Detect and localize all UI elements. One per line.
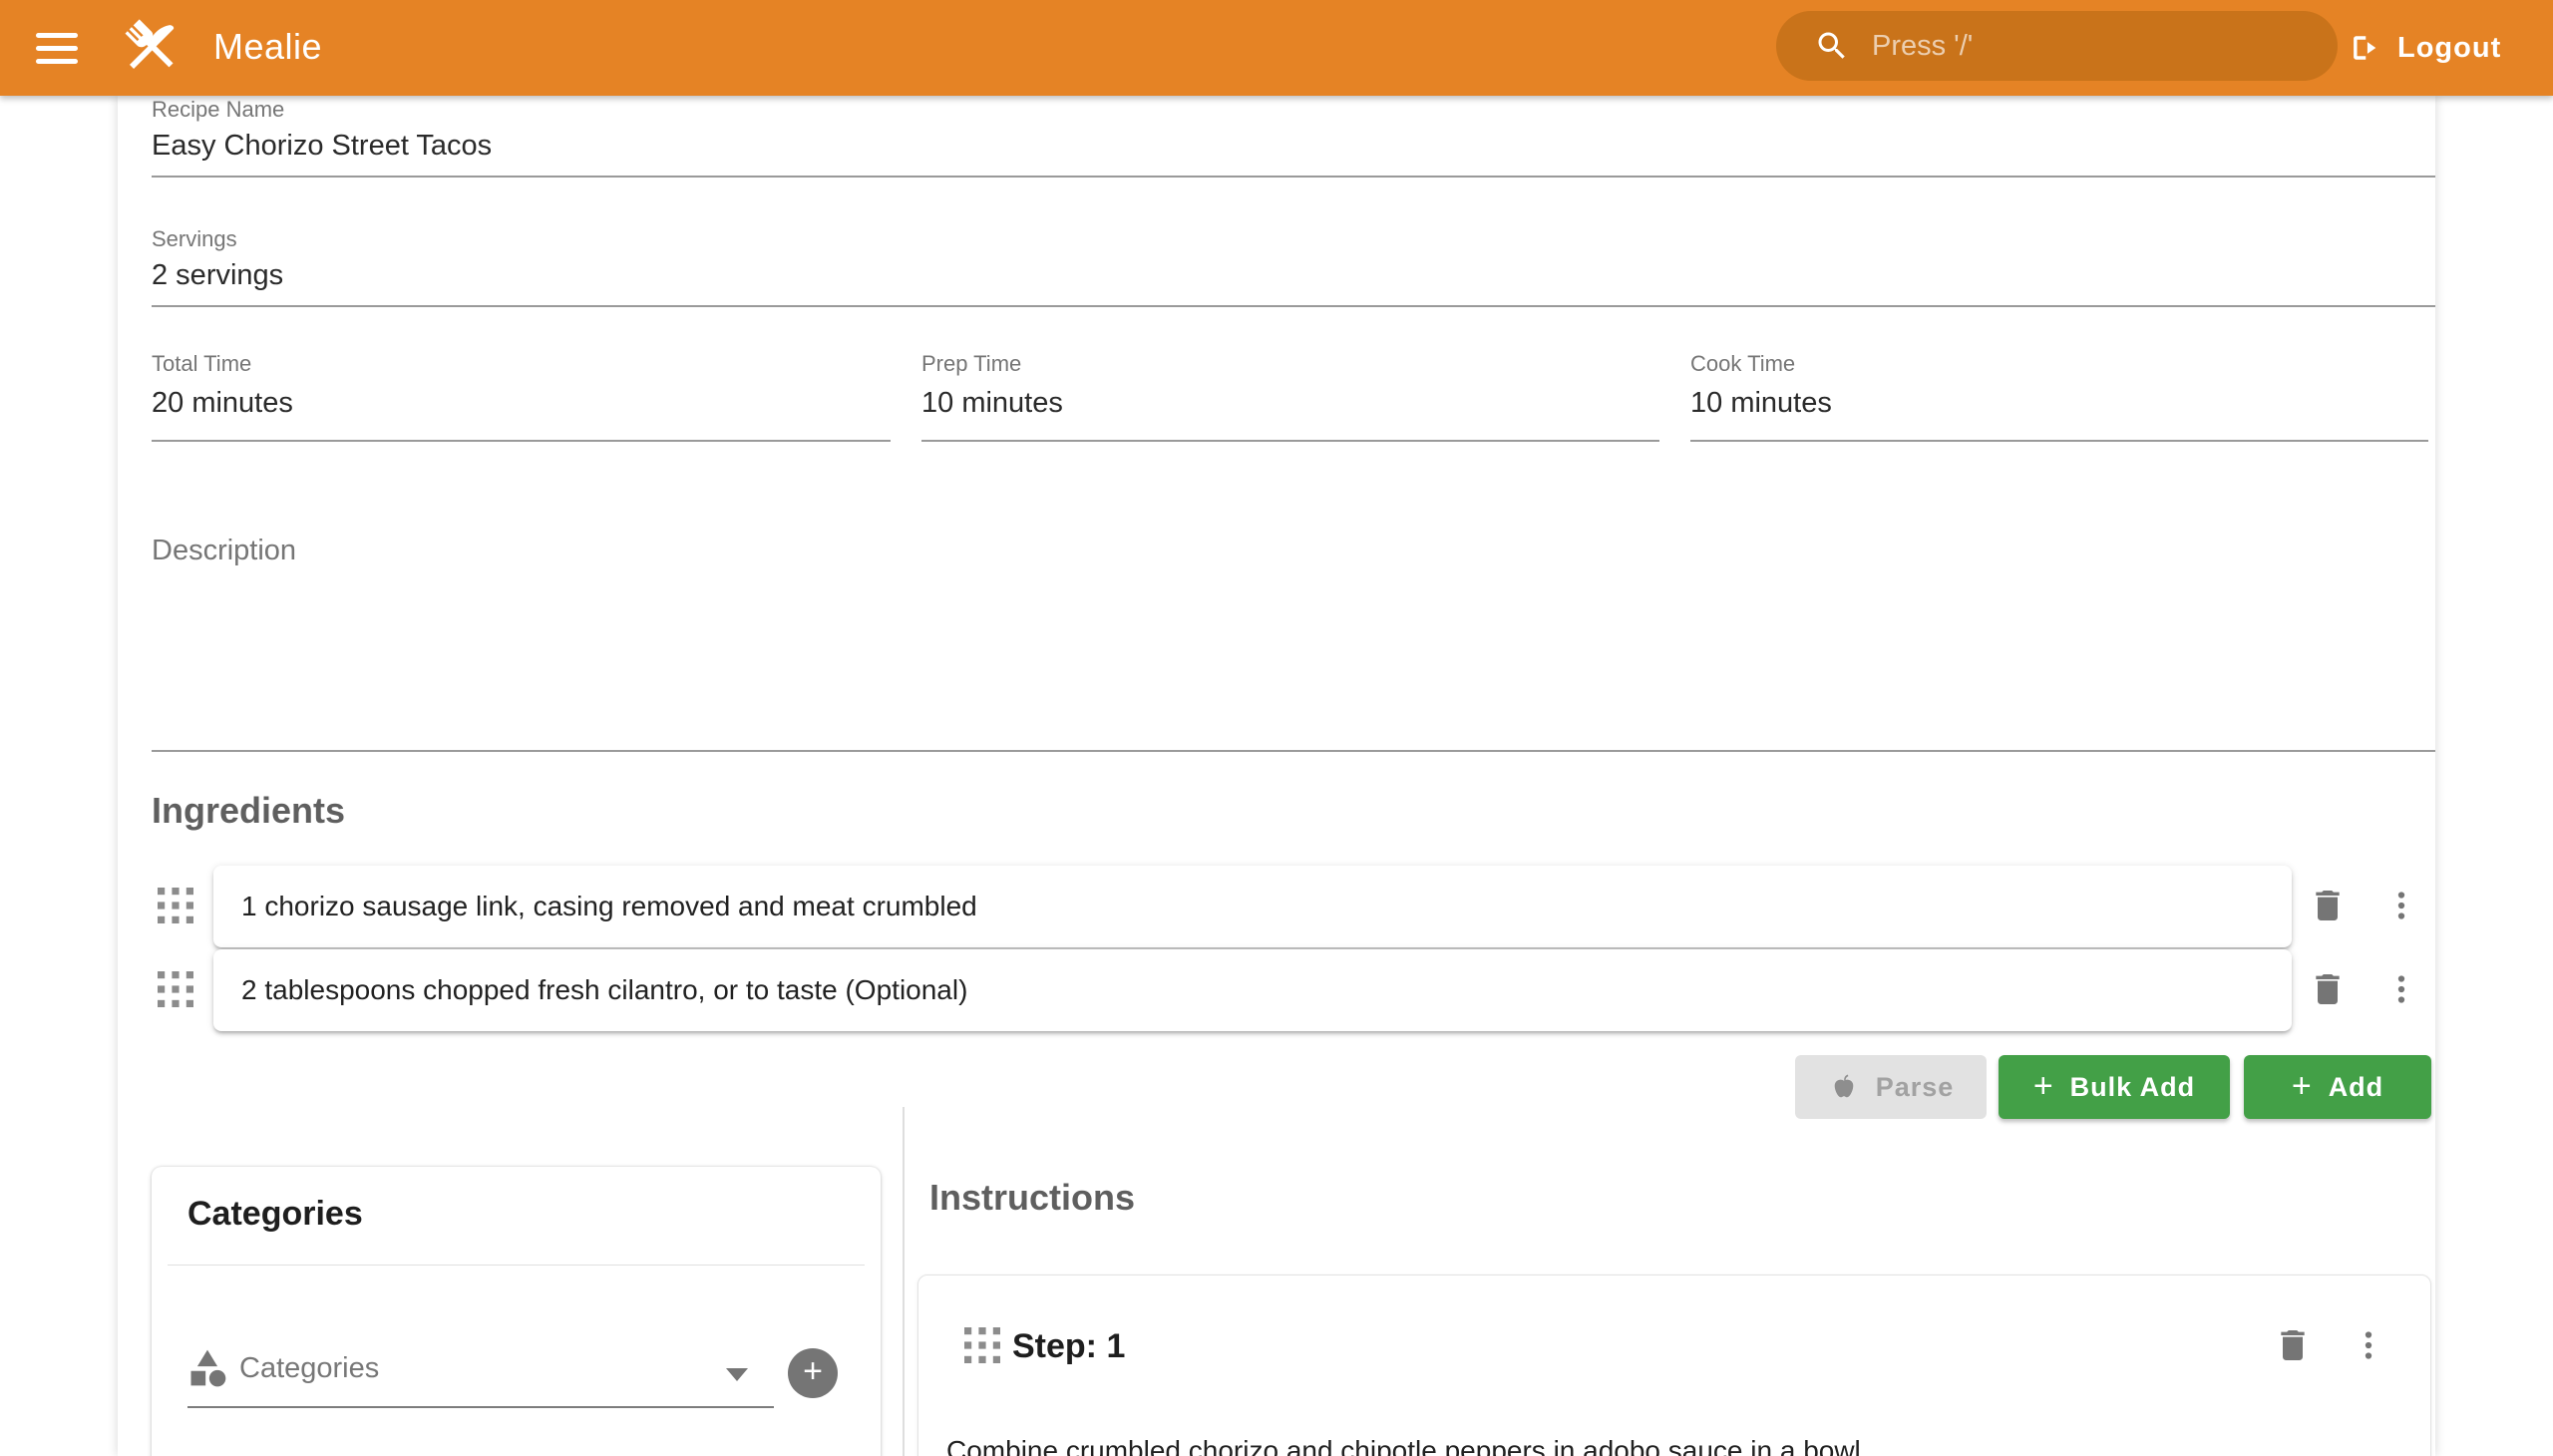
more-options-icon[interactable] xyxy=(2383,888,2419,923)
recipe-name-label: Recipe Name xyxy=(152,97,284,123)
servings-underline xyxy=(152,305,2435,307)
add-label: Add xyxy=(2329,1072,2383,1103)
delete-ingredient-icon[interactable] xyxy=(2308,886,2348,925)
chevron-down-icon[interactable] xyxy=(726,1368,748,1381)
parse-button[interactable]: Parse xyxy=(1795,1055,1987,1119)
description-label: Description xyxy=(152,535,296,567)
logout-icon xyxy=(2346,30,2381,66)
prep-time-label: Prep Time xyxy=(921,351,1021,377)
total-time-label: Total Time xyxy=(152,351,251,377)
mealie-logo-icon xyxy=(118,14,183,80)
prep-time-underline xyxy=(921,440,1659,442)
instructions-heading: Instructions xyxy=(929,1177,1135,1219)
recipe-name-field[interactable]: Easy Chorizo Street Tacos xyxy=(152,130,492,163)
ingredient-text: 1 chorizo sausage link, casing removed a… xyxy=(241,891,977,922)
search-input[interactable]: Press '/' xyxy=(1776,11,2338,81)
categories-select-underline xyxy=(187,1406,774,1408)
recipe-name-underline xyxy=(152,176,2435,178)
add-category-button[interactable]: + xyxy=(788,1348,838,1398)
more-options-icon[interactable] xyxy=(2383,971,2419,1007)
add-ingredient-button[interactable]: + Add xyxy=(2244,1055,2431,1119)
more-options-icon[interactable] xyxy=(2351,1327,2386,1363)
cook-time-underline xyxy=(1690,440,2428,442)
total-time-field[interactable]: 20 minutes xyxy=(152,387,293,420)
apple-icon xyxy=(1828,1071,1860,1103)
servings-label: Servings xyxy=(152,226,237,252)
search-icon xyxy=(1814,28,1850,64)
search-placeholder: Press '/' xyxy=(1872,30,1973,63)
categories-divider xyxy=(168,1265,865,1266)
logout-button[interactable]: Logout xyxy=(2346,18,2501,78)
column-divider xyxy=(903,1107,905,1456)
prep-time-field[interactable]: 10 minutes xyxy=(921,387,1063,420)
categories-card: Categories Categories + xyxy=(152,1167,881,1456)
ingredient-input[interactable]: 2 tablespoons chopped fresh cilantro, or… xyxy=(213,949,2292,1031)
drag-handle-icon[interactable] xyxy=(964,1327,1000,1363)
app-bar: Mealie Press '/' Logout xyxy=(0,0,2553,96)
parse-label: Parse xyxy=(1876,1072,1955,1103)
servings-field[interactable]: 2 servings xyxy=(152,259,283,292)
ingredient-input[interactable]: 1 chorizo sausage link, casing removed a… xyxy=(213,866,2292,947)
step-text-field[interactable]: Combine crumbled chorizo and chipotle pe… xyxy=(946,1433,2363,1456)
step-title: Step: 1 xyxy=(1012,1327,1125,1366)
shapes-icon xyxy=(185,1346,229,1390)
description-underline xyxy=(152,750,2435,752)
menu-icon[interactable] xyxy=(36,26,82,70)
cook-time-field[interactable]: 10 minutes xyxy=(1690,387,1832,420)
instruction-step-card: Step: 1 Combine crumbled chorizo and chi… xyxy=(917,1274,2431,1456)
cook-time-label: Cook Time xyxy=(1690,351,1795,377)
description-field[interactable] xyxy=(152,574,2435,748)
mealie-recipe-editor: Mealie Press '/' Logout Recipe Name Easy… xyxy=(0,0,2553,1456)
ingredients-heading: Ingredients xyxy=(152,790,345,832)
app-title: Mealie xyxy=(213,26,322,68)
categories-heading: Categories xyxy=(187,1195,363,1234)
logout-label: Logout xyxy=(2397,32,2501,65)
delete-ingredient-icon[interactable] xyxy=(2308,969,2348,1009)
drag-handle-icon[interactable] xyxy=(158,971,193,1007)
bulk-add-button[interactable]: + Bulk Add xyxy=(1999,1055,2230,1119)
drag-handle-icon[interactable] xyxy=(158,888,193,923)
total-time-underline xyxy=(152,440,891,442)
ingredient-text: 2 tablespoons chopped fresh cilantro, or… xyxy=(241,974,967,1006)
bulk-add-label: Bulk Add xyxy=(2070,1072,2196,1103)
delete-step-icon[interactable] xyxy=(2273,1325,2313,1365)
categories-select[interactable]: Categories xyxy=(239,1352,379,1385)
